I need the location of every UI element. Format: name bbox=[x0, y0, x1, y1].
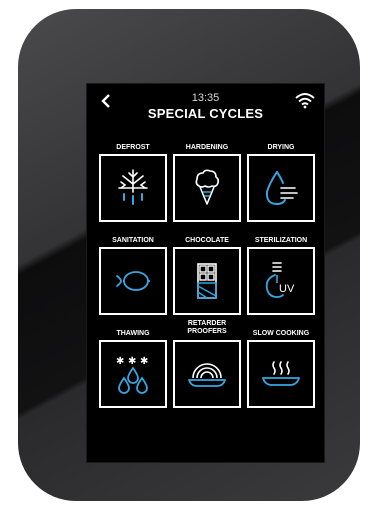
thawing-button[interactable]: ✱ ✱ ✱ bbox=[99, 340, 167, 408]
wifi-icon bbox=[295, 93, 315, 109]
drying-button[interactable] bbox=[247, 154, 315, 222]
thawing-icon: ✱ ✱ ✱ bbox=[116, 356, 148, 394]
retarder-proofers-button[interactable] bbox=[173, 340, 241, 408]
lemon-icon bbox=[116, 271, 150, 291]
cycle-label: SANITATION bbox=[112, 237, 154, 244]
hardening-button[interactable] bbox=[173, 154, 241, 222]
header: 13:35 SPECIAL CYCLES bbox=[87, 84, 324, 124]
uv-lamp-icon: UV bbox=[265, 262, 295, 298]
ice-cream-icon bbox=[195, 169, 220, 205]
cycle-label: SLOW COOKING bbox=[252, 330, 310, 337]
sanitation-button[interactable] bbox=[99, 247, 167, 315]
uv-text: UV bbox=[279, 283, 295, 295]
cycle-label: THAWING bbox=[116, 330, 150, 337]
chocolate-icon bbox=[197, 263, 217, 299]
svg-text:✱: ✱ bbox=[140, 356, 148, 367]
cycle-label: DEFROST bbox=[116, 144, 150, 151]
cycle-label: DRYING bbox=[267, 144, 295, 151]
clock: 13:35 bbox=[191, 92, 220, 104]
cycle-label: RETARDER PROOFERS bbox=[187, 320, 227, 335]
steaming-plate-icon bbox=[262, 361, 300, 386]
sterilization-button[interactable]: UV bbox=[247, 247, 315, 315]
device-frame: 13:35 SPECIAL CYCLES DEFROST HARDENING D… bbox=[18, 9, 360, 501]
touch-screen: 13:35 SPECIAL CYCLES DEFROST HARDENING D… bbox=[86, 83, 325, 463]
drop-icon bbox=[265, 171, 298, 206]
chocolate-button[interactable] bbox=[173, 247, 241, 315]
cycle-label: STERILIZATION bbox=[254, 237, 308, 244]
cycle-label: CHOCOLATE bbox=[185, 237, 229, 244]
bread-icon bbox=[188, 363, 226, 387]
svg-text:✱: ✱ bbox=[128, 356, 136, 367]
defrost-button[interactable] bbox=[99, 154, 167, 222]
page-title: SPECIAL CYCLES bbox=[147, 106, 264, 121]
slow-cooking-button[interactable] bbox=[247, 340, 315, 408]
defrost-icon bbox=[118, 169, 148, 205]
svg-text:✱: ✱ bbox=[116, 356, 124, 367]
cycle-label: HARDENING bbox=[185, 144, 229, 151]
